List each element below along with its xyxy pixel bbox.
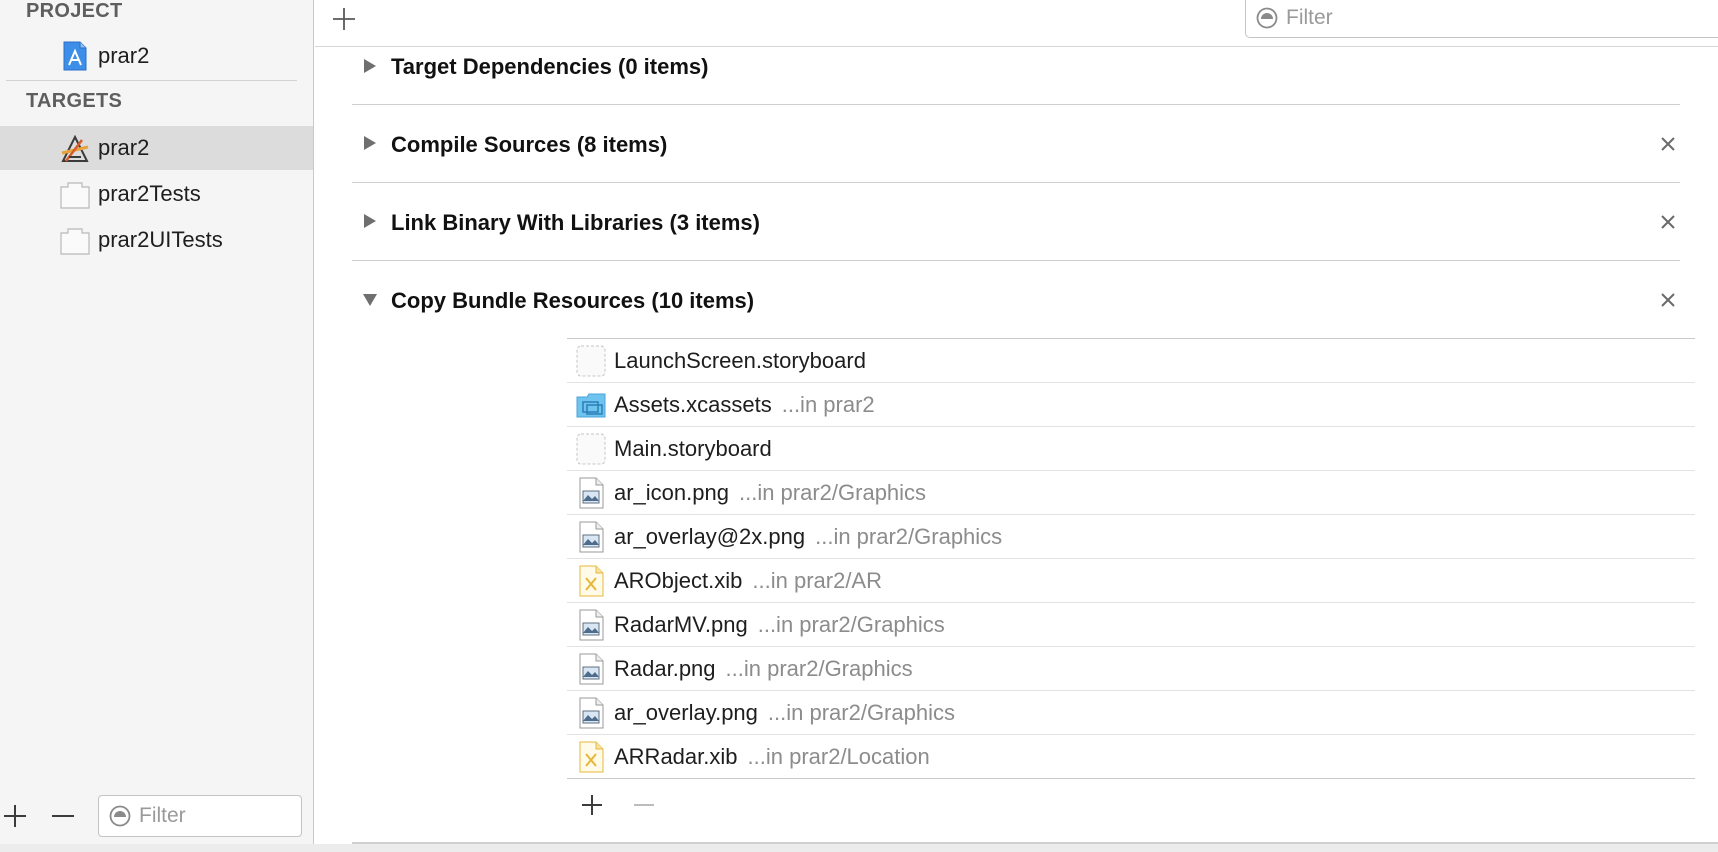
image-file-icon — [579, 697, 604, 728]
resource-name: Assets.xcassets — [614, 391, 772, 417]
image-file-icon — [579, 521, 604, 552]
xib-file-icon — [579, 565, 604, 596]
resource-row[interactable]: ar_overlay.png ...in prar2/Graphics — [567, 691, 1695, 735]
build-phases-filter-input[interactable] — [1286, 5, 1666, 30]
resource-name: ar_overlay@2x.png — [614, 523, 806, 549]
resource-name: LaunchScreen.storyboard — [614, 347, 866, 373]
resource-location: ...in prar2/Location — [747, 743, 930, 769]
resource-location: ...in prar2/Graphics — [815, 523, 1003, 549]
resource-name: ARObject.xib — [614, 567, 743, 593]
phase-title: Link Binary With Libraries (3 items) — [391, 210, 760, 235]
resource-location: ...in prar2/Graphics — [757, 611, 945, 637]
target-item-prar2[interactable]: prar2 — [0, 126, 313, 170]
target-item-prar2tests[interactable]: prar2Tests — [0, 172, 313, 216]
copy-bundle-resources-list: LaunchScreen.storyboard Assets.xcassets … — [567, 338, 1695, 779]
add-resource-button[interactable] — [577, 790, 607, 820]
delete-phase-button[interactable] — [1656, 210, 1680, 234]
window-bottom-edge — [0, 844, 1718, 852]
resource-name: ar_overlay.png — [614, 699, 758, 725]
minus-icon — [52, 815, 74, 817]
target-item-label: prar2UITests — [98, 227, 223, 252]
plus-icon — [4, 805, 26, 827]
resource-row[interactable]: RadarMV.png ...in prar2/Graphics — [567, 603, 1695, 647]
resource-name: Main.storyboard — [614, 435, 772, 461]
target-item-label: prar2 — [98, 135, 150, 160]
sidebar-filter-field[interactable] — [98, 795, 302, 837]
disclosure-expanded-icon[interactable] — [362, 291, 378, 307]
sidebar-filter-input[interactable] — [139, 804, 259, 828]
resource-row[interactable]: LaunchScreen.storyboard — [567, 339, 1695, 383]
phase-compile-sources[interactable]: Compile Sources (8 items) — [352, 105, 1680, 183]
resource-list-buttons — [577, 790, 697, 822]
resource-name: RadarMV.png — [614, 611, 748, 637]
sidebar-divider — [6, 80, 297, 81]
image-file-icon — [579, 609, 604, 640]
resource-location: ...in prar2/Graphics — [725, 655, 913, 681]
resource-location: ...in prar2 — [781, 391, 875, 417]
plus-icon — [582, 795, 602, 815]
resource-row[interactable]: ar_overlay@2x.png ...in prar2/Graphics — [567, 515, 1695, 559]
phase-title: Copy Bundle Resources (10 items) — [391, 288, 755, 313]
remove-resource-button[interactable] — [629, 790, 659, 820]
project-section-header: PROJECT — [26, 0, 123, 22]
phase-target-dependencies[interactable]: Target Dependencies (0 items) — [352, 27, 1680, 105]
close-icon — [1661, 215, 1675, 229]
disclosure-collapsed-icon[interactable] — [362, 58, 378, 74]
resource-name: Radar.png — [614, 655, 716, 681]
xib-file-icon — [579, 741, 604, 772]
app-target-icon — [61, 135, 89, 162]
project-item-prar2[interactable]: prar2 — [0, 34, 313, 78]
storyboard-icon — [576, 433, 606, 464]
project-item-label: prar2 — [98, 43, 150, 68]
resource-row[interactable]: ARObject.xib ...in prar2/AR — [567, 559, 1695, 603]
project-navigator: PROJECT prar2 TARGETS prar2 prar2Tests p… — [0, 0, 314, 852]
target-item-label: prar2Tests — [98, 181, 201, 206]
targets-section-header: TARGETS — [26, 90, 123, 112]
delete-phase-button[interactable] — [1656, 132, 1680, 156]
add-target-button[interactable] — [0, 801, 30, 831]
asset-folder-icon — [576, 393, 606, 417]
resource-row[interactable]: Main.storyboard — [567, 427, 1695, 471]
disclosure-collapsed-icon[interactable] — [362, 135, 378, 151]
sidebar-bottom-bar — [0, 790, 313, 842]
resource-location: ...in prar2/Graphics — [767, 699, 955, 725]
resource-location: ...in prar2/Graphics — [738, 479, 927, 505]
phase-title: Target Dependencies (0 items) — [391, 54, 709, 79]
filter-icon — [109, 805, 131, 827]
image-file-icon — [579, 653, 604, 684]
resource-row[interactable]: ar_icon.png ...in prar2/Graphics — [567, 471, 1695, 515]
resource-name: ARRadar.xib — [614, 743, 738, 769]
resource-row[interactable]: Radar.png ...in prar2/Graphics — [567, 647, 1695, 691]
delete-phase-button[interactable] — [1656, 288, 1680, 312]
resource-row[interactable]: ARRadar.xib ...in prar2/Location — [567, 735, 1695, 779]
project-file-icon — [63, 41, 87, 71]
test-bundle-icon — [60, 228, 90, 255]
filter-icon — [1256, 7, 1278, 28]
image-file-icon — [579, 477, 604, 508]
close-icon — [1661, 137, 1675, 151]
test-bundle-icon — [60, 182, 90, 209]
resource-row[interactable]: Assets.xcassets ...in prar2 — [567, 383, 1695, 427]
disclosure-collapsed-icon[interactable] — [362, 213, 378, 229]
target-item-prar2uitests[interactable]: prar2UITests — [0, 218, 313, 262]
minus-icon — [634, 804, 654, 806]
phase-link-binary[interactable]: Link Binary With Libraries (3 items) — [352, 183, 1680, 261]
remove-target-button[interactable] — [48, 801, 78, 831]
close-icon — [1661, 293, 1675, 307]
phase-title: Compile Sources (8 items) — [391, 132, 668, 157]
resource-name: ar_icon.png — [614, 479, 729, 505]
resource-location: ...in prar2/AR — [752, 567, 882, 593]
storyboard-icon — [576, 345, 606, 376]
